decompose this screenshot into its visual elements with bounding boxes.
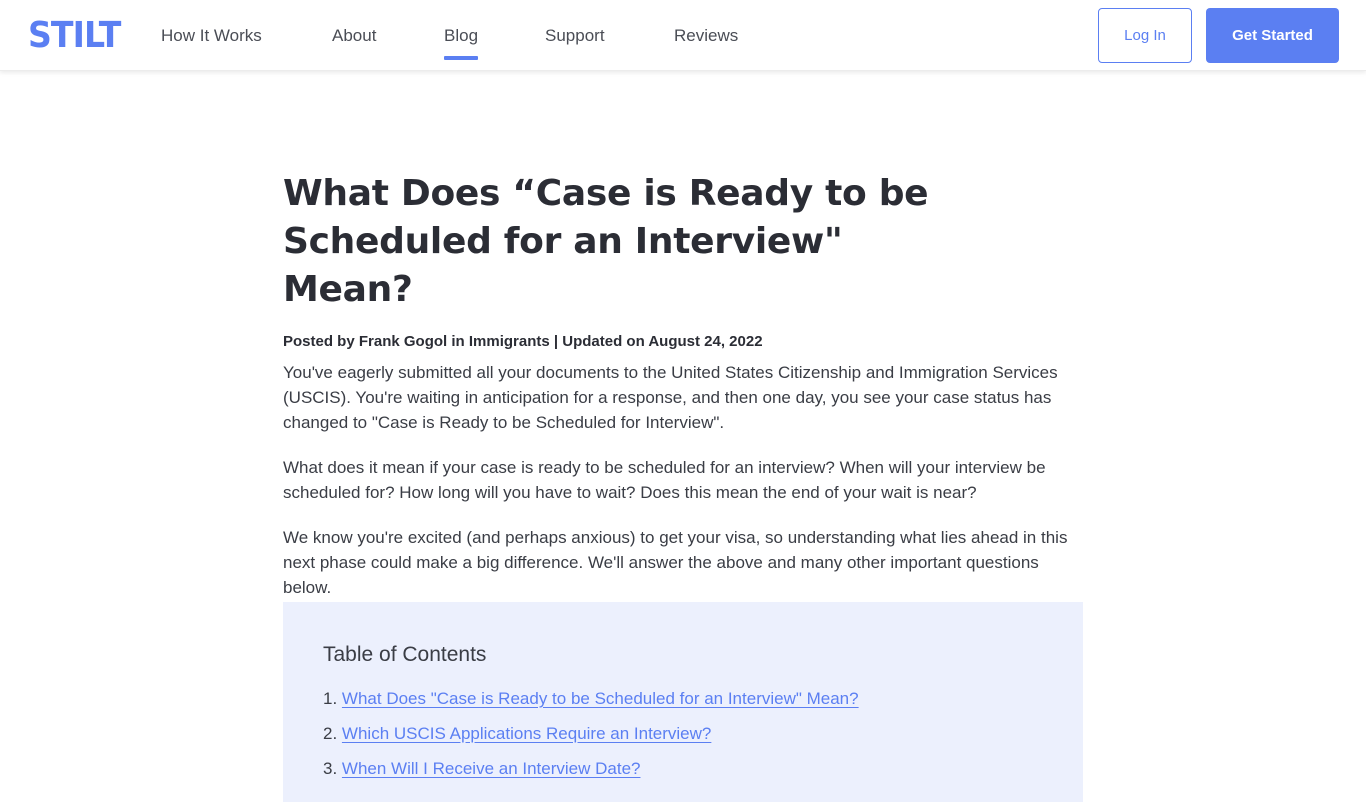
toc-item-number: 2. <box>323 724 338 743</box>
article-paragraph: What does it mean if your case is ready … <box>283 458 1046 502</box>
article-title: What Does “Case is Ready to be Scheduled… <box>283 173 929 310</box>
toc-item-number: 3. <box>323 759 338 778</box>
nav-how-it-works[interactable]: How It Works <box>161 24 262 48</box>
article-paragraph: You've eagerly submitted all your docume… <box>283 363 1058 432</box>
table-of-contents: Table of Contents 1. What Does "Case is … <box>283 602 1083 802</box>
toc-link[interactable]: What Does "Case is Ready to be Scheduled… <box>342 689 859 708</box>
toc-link[interactable]: When Will I Receive an Interview Date? <box>342 759 641 778</box>
toc-item: 2. Which USCIS Applications Require an I… <box>323 721 1043 746</box>
nav-blog[interactable]: Blog <box>444 24 479 60</box>
login-button[interactable]: Log In <box>1098 8 1192 63</box>
nav-support[interactable]: Support <box>545 24 605 48</box>
nav-about[interactable]: About <box>332 24 376 48</box>
article-meta: Posted by Frank Gogol in Immigrants | Up… <box>283 333 763 350</box>
toc-title: Table of Contents <box>323 643 487 666</box>
nav-reviews[interactable]: Reviews <box>674 24 738 48</box>
toc-link[interactable]: Which USCIS Applications Require an Inte… <box>342 724 711 743</box>
get-started-button[interactable]: Get Started <box>1206 8 1339 63</box>
toc-item: 1. What Does "Case is Ready to be Schedu… <box>323 686 1043 711</box>
toc-list: 1. What Does "Case is Ready to be Schedu… <box>323 686 1043 781</box>
stilt-logo[interactable]: STILT <box>28 16 121 56</box>
article-paragraph: We know you're excited (and perhaps anxi… <box>283 528 1068 597</box>
article: What Does “Case is Ready to be Scheduled… <box>283 170 1083 600</box>
toc-item-number: 1. <box>323 689 338 708</box>
toc-item: 3. When Will I Receive an Interview Date… <box>323 756 1043 781</box>
site-header: STILT How It Works About Blog Support Re… <box>0 0 1366 71</box>
